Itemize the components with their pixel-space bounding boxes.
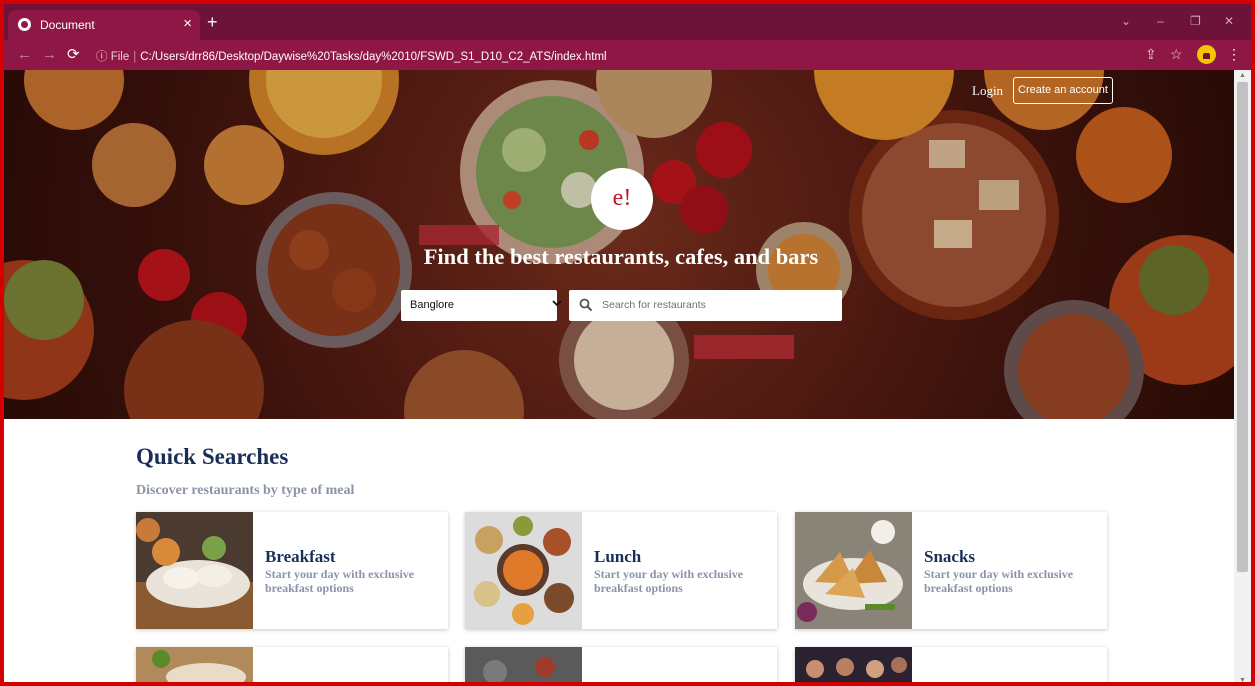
minimize-icon[interactable]: – — [1157, 14, 1164, 28]
quick-searches-title: Quick Searches — [136, 444, 289, 469]
address-bar[interactable]: ⓘ File | C:/Users/drr86/Desktop/Daywise%20… — [96, 48, 607, 64]
create-account-button[interactable]: Create an account — [1013, 77, 1113, 104]
card-description: Start your day with exclusive breakfast … — [265, 567, 415, 595]
profile-icon[interactable] — [1197, 45, 1216, 64]
card-lunch[interactable]: Lunch Start your day with exclusive brea… — [465, 512, 777, 629]
card-row2-3[interactable] — [795, 647, 1107, 682]
logo: e! — [591, 168, 653, 230]
url-scheme: File — [110, 51, 130, 63]
card-title: Lunch — [594, 547, 642, 566]
scrollbar-thumb[interactable] — [1237, 82, 1248, 572]
card-description: Start your day with exclusive breakfast … — [594, 567, 744, 595]
dinner-image — [136, 647, 253, 682]
scroll-up-icon[interactable]: ▲ — [1239, 72, 1246, 79]
menu-icon[interactable]: ⋮ — [1227, 46, 1241, 63]
card-description: Start your day with exclusive breakfast … — [924, 567, 1074, 595]
snacks-image — [795, 512, 912, 629]
card-breakfast[interactable]: Breakfast Start your day with exclusive … — [136, 512, 448, 629]
search-input[interactable] — [602, 295, 832, 315]
plus-icon[interactable]: + — [207, 13, 218, 31]
location-select[interactable]: Banglore — [401, 290, 562, 321]
reload-icon[interactable]: ⟳ — [67, 45, 80, 63]
tab-bar: Document × + ⌄ – ❐ ✕ — [4, 4, 1251, 40]
globe-icon — [18, 18, 31, 31]
hero-title: Find the best restaurants, cafes, and ba… — [423, 244, 819, 269]
page-scrollbar[interactable]: ▲ ▼ — [1234, 70, 1251, 682]
card-title: Snacks — [924, 547, 976, 566]
hero-banner: Login Create an account e! Find the best… — [4, 70, 1234, 419]
card-row2-1[interactable] — [136, 647, 448, 682]
address-toolbar: ← → ⟳ ⓘ File | C:/Users/drr86/Desktop/Dayw… — [4, 40, 1251, 70]
back-icon[interactable]: ← — [17, 46, 32, 63]
tab-document[interactable]: Document × — [8, 10, 200, 40]
scroll-down-icon[interactable]: ▼ — [1239, 677, 1246, 682]
tab-title: Document — [40, 18, 95, 32]
card-title: Breakfast — [265, 547, 336, 566]
card-snacks[interactable]: Snacks Start your day with exclusive bre… — [795, 512, 1107, 629]
url-path: C:/Users/drr86/Desktop/Daywise%20Tasks/d… — [140, 51, 607, 63]
window-close-icon[interactable]: ✕ — [1224, 14, 1234, 28]
share-icon[interactable]: ⇪ — [1145, 46, 1157, 63]
quick-searches-subtitle: Discover restaurants by type of meal — [136, 483, 355, 498]
card-row2-2[interactable] — [465, 647, 777, 682]
info-icon: ⓘ — [96, 51, 108, 63]
forward-icon[interactable]: → — [42, 46, 57, 63]
breakfast-image — [136, 512, 253, 629]
restore-icon[interactable]: ❐ — [1190, 14, 1201, 28]
close-icon[interactable]: × — [183, 15, 192, 32]
star-icon[interactable]: ☆ — [1170, 46, 1183, 63]
lunch-image — [465, 512, 582, 629]
location-value: Banglore — [410, 299, 455, 311]
browser-frame: Document × + ⌄ – ❐ ✕ ← → ⟳ ⓘ File | C:/Use… — [0, 0, 1255, 686]
nightlife-image — [795, 647, 912, 682]
login-link[interactable]: Login — [972, 83, 1003, 99]
tab-search-icon[interactable]: ⌄ — [1121, 14, 1131, 28]
restaurant-search[interactable] — [569, 290, 842, 321]
drinks-image — [465, 647, 582, 682]
